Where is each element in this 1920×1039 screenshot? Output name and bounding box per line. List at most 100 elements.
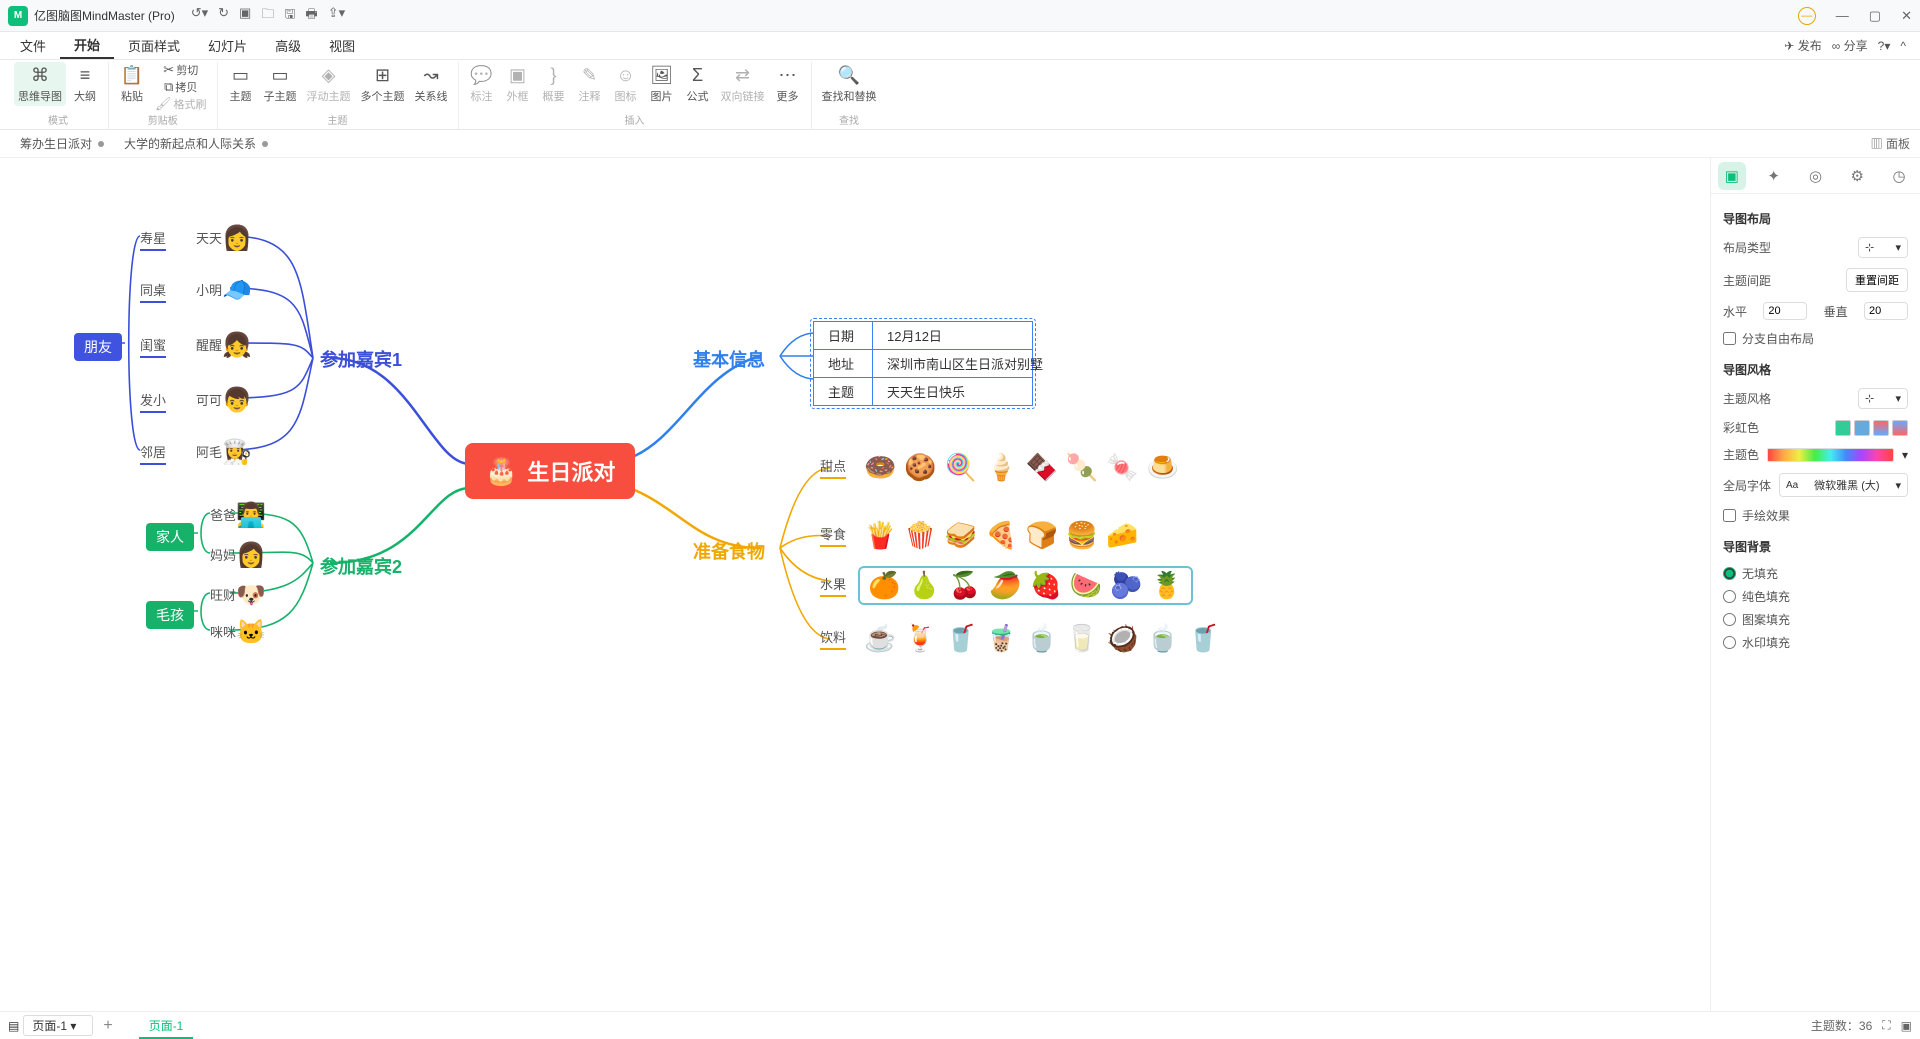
pet-1[interactable]: 咪咪🐱	[210, 618, 266, 648]
branch-guests1[interactable]: 参加嘉宾1	[320, 346, 402, 372]
note-button[interactable]: ✎注释	[573, 62, 607, 106]
export-icon[interactable]: ⇪▾	[328, 5, 345, 27]
branch-food[interactable]: 准备食物	[693, 538, 765, 564]
help-badge-icon[interactable]: —	[1798, 7, 1816, 25]
rtab-theme[interactable]: ⚙	[1843, 162, 1871, 190]
publish-button[interactable]: ✈ 发布	[1784, 37, 1821, 54]
save-icon[interactable]: ▣	[239, 5, 251, 27]
bg-watermark-radio[interactable]	[1723, 636, 1736, 649]
callout-button[interactable]: 💬标注	[465, 62, 499, 106]
relation-button[interactable]: ↝关系线	[411, 62, 452, 106]
theme-color-bar[interactable]	[1767, 448, 1894, 462]
branch-free-checkbox[interactable]	[1723, 332, 1736, 345]
add-page-button[interactable]: +	[97, 1017, 118, 1035]
bg-none-radio[interactable]	[1723, 567, 1736, 580]
bg-pattern-radio[interactable]	[1723, 613, 1736, 626]
topic-button[interactable]: ▭主题	[224, 62, 258, 106]
menu-pagestyle[interactable]: 页面样式	[114, 32, 194, 59]
formula-button[interactable]: Σ公式	[681, 62, 715, 106]
food-snack[interactable]: 零食🍟🍿🥪🍕🍞🍔🧀	[820, 520, 1139, 551]
collapse-ribbon-icon[interactable]: ^	[1900, 39, 1906, 53]
food-fruit[interactable]: 水果🍊🍐🍒🥭🍓🍉🫐🍍	[820, 566, 1193, 605]
minimize-icon[interactable]: —	[1836, 8, 1849, 23]
saveas-icon[interactable]: 🖫	[284, 5, 295, 27]
pet-0[interactable]: 旺财🐶	[210, 581, 266, 611]
spacing-h-input[interactable]	[1763, 302, 1807, 320]
layout-type-select[interactable]: ⊹▾	[1858, 237, 1908, 258]
maximize-icon[interactable]: ▢	[1869, 8, 1881, 24]
central-topic-label: 生日派对	[527, 455, 615, 487]
copy-button[interactable]: ⧉拷贝	[151, 79, 211, 95]
menu-slides[interactable]: 幻灯片	[194, 32, 261, 59]
friend-4[interactable]: 邻居阿毛👩‍🍳	[140, 438, 252, 468]
food-drink[interactable]: 饮料☕🍹🥤🧋🍵🥛🥥🍵🥤	[820, 623, 1219, 654]
undo-icon[interactable]: ↺▾	[191, 5, 208, 27]
rtab-marker[interactable]: ◎	[1801, 162, 1829, 190]
central-topic[interactable]: 🎂生日派对	[465, 443, 635, 499]
friend-name: 醒醒	[196, 335, 222, 358]
menu-start[interactable]: 开始	[60, 32, 114, 59]
friend-0[interactable]: 寿星天天👩	[140, 224, 252, 254]
spacing-v-input[interactable]	[1864, 302, 1908, 320]
paste-button[interactable]: 📋粘贴	[115, 62, 149, 106]
family-0[interactable]: 爸爸👨‍💻	[210, 501, 266, 531]
findreplace-button[interactable]: 🔍查找和替换	[818, 62, 881, 106]
doctab-1[interactable]: 筹办生日派对	[10, 135, 114, 152]
print-icon[interactable]: 🖶	[305, 5, 317, 27]
rtab-history[interactable]: ◷	[1885, 162, 1913, 190]
image-button[interactable]: 🖼图片	[645, 62, 679, 106]
open-icon[interactable]: 🗀	[261, 5, 274, 27]
label-rainbow: 彩虹色	[1723, 419, 1759, 436]
fit-icon[interactable]: ⛶	[1882, 1018, 1890, 1033]
redo-icon[interactable]: ↻	[218, 5, 229, 27]
menu-view[interactable]: 视图	[315, 32, 369, 59]
reset-spacing-button[interactable]: 重置间距	[1846, 268, 1908, 292]
canvas[interactable]: 🎂生日派对 参加嘉宾1 参加嘉宾2 朋友 家人 毛孩 寿星天天👩 同桌小明🧢 闺…	[0, 158, 1710, 1011]
iconlib-button[interactable]: ☺图标	[609, 62, 643, 106]
page-select[interactable]: 页面-1 ▾	[23, 1015, 93, 1036]
friend-3[interactable]: 发小可可👦	[140, 386, 252, 416]
avatar-icon: 👨‍💻	[236, 501, 266, 531]
branch-guests2[interactable]: 参加嘉宾2	[320, 553, 402, 579]
rtab-ai[interactable]: ✦	[1760, 162, 1788, 190]
food-dessert[interactable]: 甜点🍩🍪🍭🍦🍫🍡🍬🍮	[820, 452, 1179, 483]
bg-solid-radio[interactable]	[1723, 590, 1736, 603]
friend-1[interactable]: 同桌小明🧢	[140, 276, 252, 306]
branch-info[interactable]: 基本信息	[693, 346, 765, 372]
mode-outline-button[interactable]: ≡大纲	[68, 62, 102, 106]
chevron-down-icon[interactable]: ▾	[1902, 448, 1908, 462]
global-font-select[interactable]: Aa微软雅黑 (大)▾	[1779, 473, 1908, 497]
friend-2[interactable]: 闺蜜醒醒👧	[140, 331, 252, 361]
close-icon[interactable]: ✕	[1901, 8, 1912, 24]
more-button[interactable]: ⋯更多	[771, 62, 805, 106]
doctab-2[interactable]: 大学的新起点和人际关系	[114, 135, 278, 152]
boundary-button[interactable]: ▣外框	[501, 62, 535, 106]
pages-icon[interactable]: ▤	[8, 1019, 19, 1033]
hand-drawn-checkbox[interactable]	[1723, 509, 1736, 522]
group-label-clipboard: 剪贴板	[148, 112, 178, 129]
fullscreen-icon[interactable]: ▣	[1901, 1019, 1912, 1033]
hyperlink-button[interactable]: ⇄双向链接	[717, 62, 769, 106]
tag-pet[interactable]: 毛孩	[146, 601, 194, 629]
subtopic-button[interactable]: ▭子主题	[260, 62, 301, 106]
tag-family[interactable]: 家人	[146, 523, 194, 551]
mode-mindmap-button[interactable]: ⌘思维导图	[14, 62, 66, 106]
panel-toggle-button[interactable]: ▥ 面板	[1871, 135, 1910, 152]
tag-friends[interactable]: 朋友	[74, 333, 122, 361]
formatpainter-button[interactable]: 🖌格式刷	[151, 96, 211, 112]
family-1[interactable]: 妈妈👩	[210, 541, 266, 571]
menu-file[interactable]: 文件	[6, 32, 60, 59]
floating-topic-button[interactable]: ◈浮动主题	[303, 62, 355, 106]
cut-button[interactable]: ✂剪切	[151, 62, 211, 78]
share-button[interactable]: ∞ 分享	[1832, 37, 1868, 54]
theme-style-select[interactable]: ⊹▾	[1858, 388, 1908, 409]
info-table[interactable]: 日期12月12日 地址深圳市南山区生日派对别墅 主题天天生日快乐	[810, 318, 1036, 409]
rainbow-swatches[interactable]	[1835, 420, 1908, 436]
avatar-icon: 👩‍🍳	[222, 438, 252, 468]
help-icon[interactable]: ?▾	[1878, 39, 1891, 53]
summary-button[interactable]: }概要	[537, 62, 571, 106]
menu-advanced[interactable]: 高级	[261, 32, 315, 59]
page-tab[interactable]: 页面-1	[139, 1013, 194, 1039]
rtab-layout[interactable]: ▣	[1718, 162, 1746, 190]
multi-topic-button[interactable]: ⊞多个主题	[357, 62, 409, 106]
